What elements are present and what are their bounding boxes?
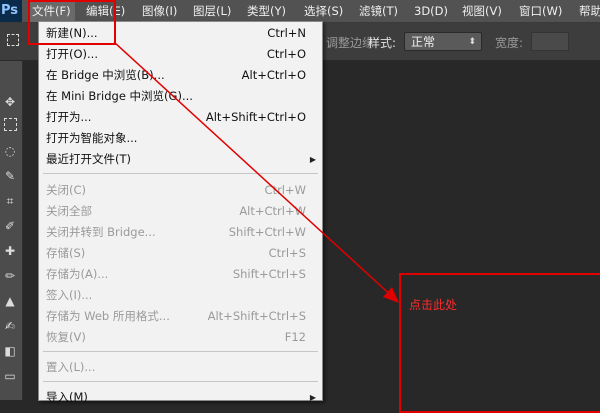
width-input[interactable] [531,32,569,51]
menu-item-shortcut: Shift+Ctrl+W [228,225,306,239]
menu-type[interactable]: 类型(Y) [247,0,286,22]
menu-item-label: 签入(I)... [46,288,93,302]
menu-item-label: 最近打开文件(T) [46,152,131,166]
menu-3d[interactable]: 3D(D) [414,0,448,22]
menu-item-label: 在 Mini Bridge 中浏览(G)... [46,89,193,103]
menu-item-revert: 恢复(V) F12 [39,327,322,348]
menu-item-label: 关闭全部 [46,204,92,218]
menu-item-shortcut: Alt+Ctrl+W [239,204,306,218]
menu-item-open-as-smart-object[interactable]: 打开为智能对象... [39,128,322,149]
menu-layer[interactable]: 图层(L) [193,0,231,22]
quick-select-tool-icon[interactable]: ✎ [2,168,18,184]
menu-item-shortcut: Alt+Shift+Ctrl+S [207,309,306,323]
menu-item-label: 打开(O)... [46,47,98,61]
submenu-arrow-icon: ▶ [309,155,316,164]
menu-item-shortcut: Alt+Shift+Ctrl+O [205,110,306,124]
menu-item-label: 打开为... [46,110,92,124]
marquee-tool-icon[interactable] [2,118,18,134]
annotation-label: 点击此处 [409,298,458,312]
submenu-arrow-icon: ▶ [309,393,316,402]
style-label: 样式: [368,36,397,50]
refine-edge-button[interactable]: 调整边缘 [326,34,374,51]
menu-item-place: 置入(L)... [39,357,322,378]
menu-select[interactable]: 选择(S) [304,0,343,22]
eraser-tool-icon[interactable]: ◧ [2,343,18,359]
menu-item-shortcut: Ctrl+S [268,246,306,260]
menu-item-label: 恢复(V) [46,330,86,344]
menu-item-label: 存储为(A)... [46,267,109,281]
crop-tool-icon[interactable]: ⌗ [2,193,18,209]
menu-separator [43,173,318,174]
gradient-tool-icon[interactable]: ▭ [2,368,18,384]
menu-window[interactable]: 窗口(W) [519,0,562,22]
brush-tool-icon[interactable]: ✏ [2,268,18,284]
style-select-value: 正常 [411,35,436,49]
menu-item-open-as[interactable]: 打开为... Alt+Shift+Ctrl+O [39,107,322,128]
menu-item-shortcut: Ctrl+N [267,26,306,40]
menu-item-shortcut: Alt+Ctrl+O [241,68,306,82]
healing-brush-tool-icon[interactable]: ✚ [2,243,18,259]
menu-separator [43,351,318,352]
toolbox: ✥ ◌ ✎ ⌗ ✐ ✚ ✏ ▲ ✍ ◧ ▭ [0,61,23,400]
style-select[interactable]: 正常 ⬍ [404,32,482,51]
move-tool-icon[interactable]: ✥ [2,94,18,110]
menu-item-check-in: 签入(I)... [39,285,322,306]
eyedropper-tool-icon[interactable]: ✐ [2,218,18,234]
photoshop-logo: Ps [0,0,22,22]
menu-item-close-and-go-to-bridge: 关闭并转到 Bridge... Shift+Ctrl+W [39,222,322,243]
menu-help[interactable]: 帮助 [579,0,600,22]
menu-item-open[interactable]: 打开(O)... Ctrl+O [39,44,322,65]
menu-item-browse-bridge[interactable]: 在 Bridge 中浏览(B)... Alt+Ctrl+O [39,65,322,86]
menu-item-save-as: 存储为(A)... Shift+Ctrl+S [39,264,322,285]
highlight-box-file-menu [28,0,116,45]
menu-item-shortcut: Shift+Ctrl+S [232,267,306,281]
menu-item-label: 存储为 Web 所用格式... [46,309,170,323]
menu-item-close-all: 关闭全部 Alt+Ctrl+W [39,201,322,222]
menu-item-shortcut: F12 [284,330,306,344]
menu-filter[interactable]: 滤镜(T) [359,0,398,22]
menu-item-close: 关闭(C) Ctrl+W [39,180,322,201]
menu-item-label: 置入(L)... [46,360,96,374]
file-menu-dropdown: 新建(N)... Ctrl+N 打开(O)... Ctrl+O 在 Bridge… [38,21,323,404]
target-region-box [399,273,600,413]
menu-item-label: 导入(M) [46,390,88,404]
menu-separator [43,381,318,382]
menu-item-shortcut: Ctrl+W [264,183,306,197]
clone-stamp-tool-icon[interactable]: ▲ [2,293,18,309]
history-brush-tool-icon[interactable]: ✍ [2,318,18,334]
menu-item-import[interactable]: 导入(M) ▶ [39,387,322,408]
menu-view[interactable]: 视图(V) [462,0,502,22]
menu-image[interactable]: 图像(I) [142,0,177,22]
marquee-options-icon[interactable] [7,34,19,46]
menu-item-label: 打开为智能对象... [46,131,138,145]
menu-item-shortcut: Ctrl+O [266,47,306,61]
menu-item-label: 关闭(C) [46,183,87,197]
menu-item-label: 存储(S) [46,246,86,260]
menu-item-recent-files[interactable]: 最近打开文件(T) ▶ [39,149,322,170]
menu-item-browse-mini-bridge[interactable]: 在 Mini Bridge 中浏览(G)... [39,86,322,107]
chevron-updown-icon: ⬍ [468,37,476,47]
menu-item-label: 关闭并转到 Bridge... [46,225,156,239]
menu-item-save-for-web: 存储为 Web 所用格式... Alt+Shift+Ctrl+S [39,306,322,327]
lasso-tool-icon[interactable]: ◌ [2,143,18,159]
menu-item-label: 在 Bridge 中浏览(B)... [46,68,165,82]
menu-item-save: 存储(S) Ctrl+S [39,243,322,264]
width-label: 宽度: [495,36,524,50]
